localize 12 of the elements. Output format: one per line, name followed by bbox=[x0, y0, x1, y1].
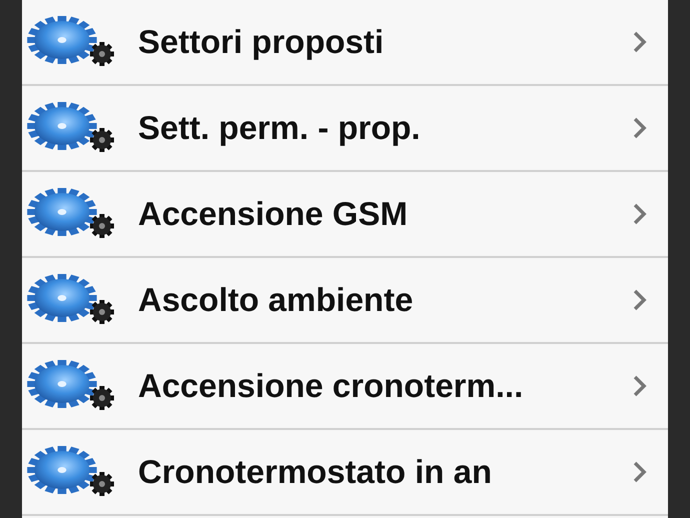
menu-label: Accensione GSM bbox=[138, 194, 409, 234]
chevron-icon bbox=[632, 202, 648, 226]
chevron-icon bbox=[632, 116, 648, 140]
menu-label: Accensione cronoterm... bbox=[138, 366, 524, 406]
menu-label: Cronotermostato in an bbox=[138, 452, 493, 492]
chevron-icon bbox=[632, 460, 648, 484]
chevron-icon bbox=[632, 30, 648, 54]
menu-label: Ascolto ambiente bbox=[138, 280, 414, 320]
chevron-icon bbox=[632, 288, 648, 312]
chevron-icon bbox=[632, 374, 648, 398]
menu-label: Settori proposti bbox=[138, 22, 385, 62]
menu-label: Sett. perm. - prop. bbox=[138, 108, 422, 148]
